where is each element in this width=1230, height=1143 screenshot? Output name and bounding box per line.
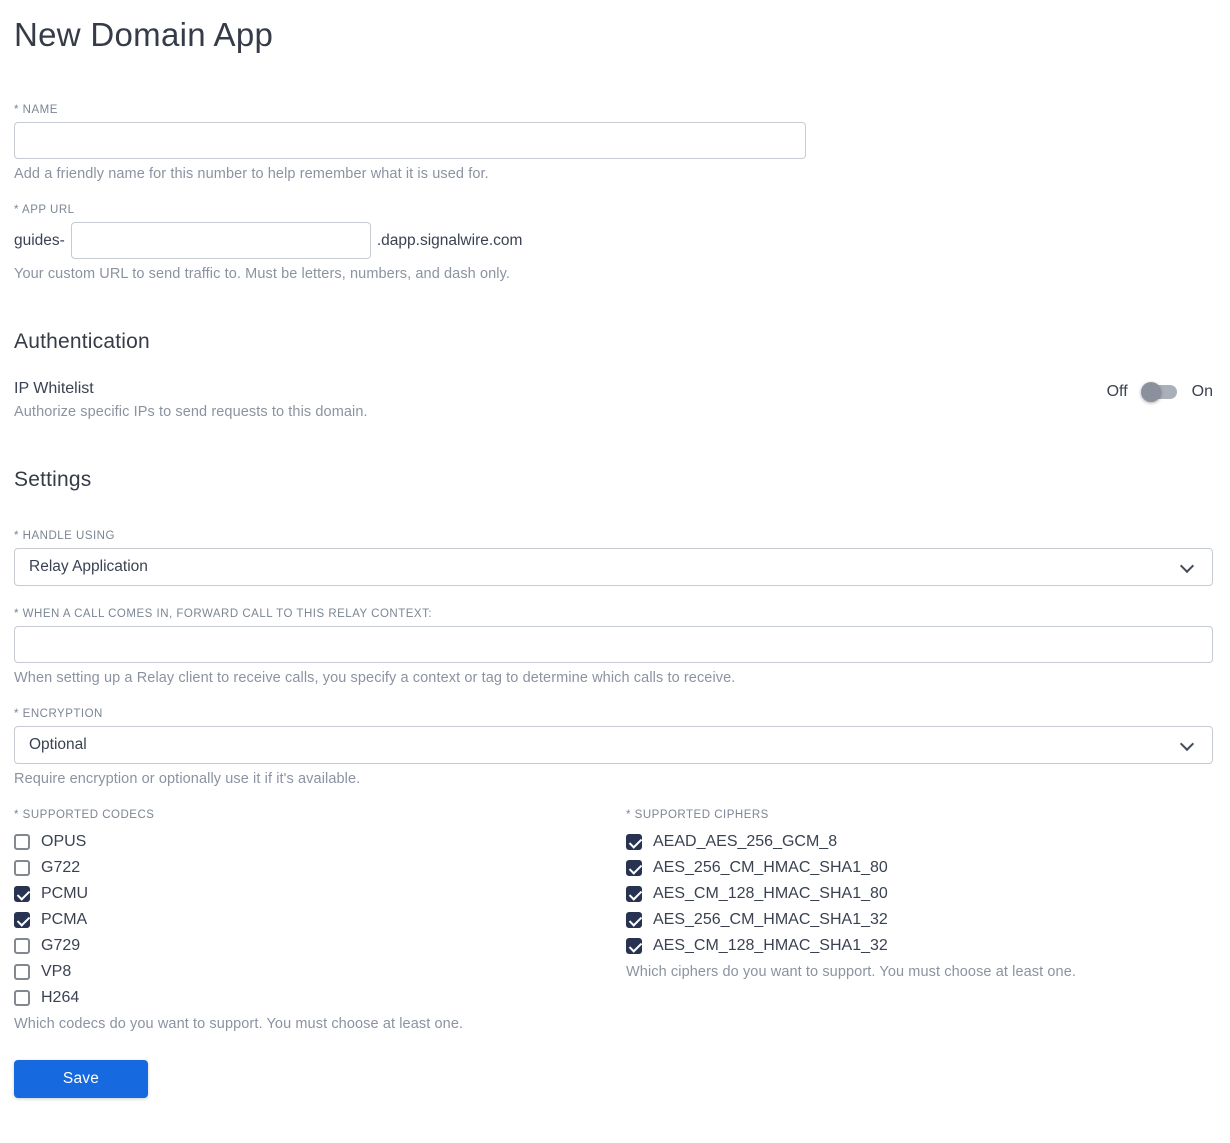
- cipher-option-label: AES_CM_128_HMAC_SHA1_32: [653, 937, 888, 954]
- app-url-input[interactable]: [70, 222, 371, 259]
- ip-whitelist-helper: Authorize specific IPs to send requests …: [14, 404, 368, 420]
- ciphers-label: * SUPPORTED CIPHERS: [626, 809, 769, 821]
- app-url-suffix: .dapp.signalwire.com: [376, 231, 523, 249]
- encryption-label: * ENCRYPTION: [14, 708, 103, 720]
- ip-whitelist-label: IP Whitelist: [14, 380, 94, 397]
- checkbox-icon[interactable]: [14, 990, 30, 1006]
- name-field-group: * NAME Add a friendly name for this numb…: [14, 104, 1213, 182]
- codec-option[interactable]: VP8: [14, 959, 626, 985]
- checkbox-icon[interactable]: [14, 938, 30, 954]
- codec-option-label: PCMU: [41, 885, 89, 902]
- page-title: New Domain App: [14, 16, 274, 53]
- cipher-option[interactable]: AEAD_AES_256_GCM_8: [626, 829, 1213, 855]
- cipher-option-label: AEAD_AES_256_GCM_8: [653, 833, 838, 850]
- toggle-knob: [1140, 382, 1161, 402]
- cipher-option[interactable]: AES_256_CM_HMAC_SHA1_80: [626, 855, 1213, 881]
- codec-option[interactable]: H264: [14, 985, 626, 1011]
- checkbox-icon[interactable]: [626, 834, 642, 850]
- encryption-value: Optional: [29, 736, 87, 753]
- cipher-option-label: AES_CM_128_HMAC_SHA1_80: [653, 885, 888, 902]
- app-url-field-group: * APP URL guides- .dapp.signalwire.com Y…: [14, 204, 1213, 282]
- settings-heading: Settings: [14, 468, 92, 491]
- toggle-on-label: On: [1191, 383, 1213, 400]
- codec-option[interactable]: OPUS: [14, 829, 626, 855]
- app-url-label: * APP URL: [14, 204, 75, 216]
- cipher-option[interactable]: AES_256_CM_HMAC_SHA1_32: [626, 907, 1213, 933]
- checkbox-icon[interactable]: [626, 860, 642, 876]
- app-url-prefix: guides-: [14, 231, 65, 249]
- handle-using-value: Relay Application: [29, 558, 148, 575]
- checkbox-icon[interactable]: [14, 834, 30, 850]
- cipher-option-label: AES_256_CM_HMAC_SHA1_80: [653, 859, 888, 876]
- relay-context-group: * WHEN A CALL COMES IN, FORWARD CALL TO …: [14, 608, 1213, 686]
- codec-option-label: VP8: [41, 963, 72, 980]
- app-url-helper: Your custom URL to send traffic to. Must…: [14, 266, 511, 282]
- cipher-option[interactable]: AES_CM_128_HMAC_SHA1_32: [626, 933, 1213, 959]
- chevron-down-icon: [1179, 558, 1195, 574]
- ciphers-column: * SUPPORTED CIPHERS AEAD_AES_256_GCM_8 A…: [626, 809, 1213, 980]
- ip-whitelist-row: IP Whitelist Authorize specific IPs to s…: [14, 380, 1213, 420]
- name-label: * NAME: [14, 104, 58, 116]
- name-helper: Add a friendly name for this number to h…: [14, 166, 489, 182]
- checkbox-icon[interactable]: [626, 912, 642, 928]
- checkbox-icon[interactable]: [14, 886, 30, 902]
- codec-option[interactable]: PCMU: [14, 881, 626, 907]
- codec-option-label: G722: [41, 859, 81, 876]
- app-url-row: guides- .dapp.signalwire.com: [14, 222, 1213, 259]
- name-input[interactable]: [14, 122, 806, 159]
- ip-whitelist-text: IP Whitelist Authorize specific IPs to s…: [14, 380, 368, 420]
- codec-option-label: H264: [41, 989, 80, 1006]
- new-domain-app-form: New Domain App * NAME Add a friendly nam…: [0, 0, 1230, 1116]
- ip-whitelist-toggle-group: Off On: [1107, 382, 1213, 402]
- relay-context-input[interactable]: [14, 626, 1213, 663]
- authentication-heading: Authentication: [14, 330, 150, 353]
- codec-option-label: OPUS: [41, 833, 87, 850]
- ip-whitelist-toggle[interactable]: [1140, 382, 1179, 402]
- toggle-off-label: Off: [1106, 383, 1128, 400]
- save-button[interactable]: Save: [14, 1060, 148, 1098]
- codecs-ciphers-columns: * SUPPORTED CODECS OPUS G722 PCMU PCMA G…: [14, 809, 1213, 1032]
- handle-using-group: * HANDLE USING Relay Application: [14, 530, 1213, 586]
- codec-option-label: PCMA: [41, 911, 88, 928]
- relay-context-helper: When setting up a Relay client to receiv…: [14, 670, 736, 686]
- codec-option-label: G729: [41, 937, 81, 954]
- relay-context-label: * WHEN A CALL COMES IN, FORWARD CALL TO …: [14, 608, 433, 620]
- encryption-helper: Require encryption or optionally use it …: [14, 771, 361, 787]
- checkbox-icon[interactable]: [14, 912, 30, 928]
- encryption-select[interactable]: Optional: [14, 726, 1213, 764]
- cipher-option[interactable]: AES_CM_128_HMAC_SHA1_80: [626, 881, 1213, 907]
- ciphers-helper: Which ciphers do you want to support. Yo…: [626, 964, 1077, 980]
- codec-list: OPUS G722 PCMU PCMA G729 VP8 H264: [14, 829, 626, 1011]
- cipher-option-label: AES_256_CM_HMAC_SHA1_32: [653, 911, 888, 928]
- codec-option[interactable]: G722: [14, 855, 626, 881]
- codecs-helper: Which codecs do you want to support. You…: [14, 1016, 464, 1032]
- codecs-label: * SUPPORTED CODECS: [14, 809, 155, 821]
- cipher-list: AEAD_AES_256_GCM_8 AES_256_CM_HMAC_SHA1_…: [626, 829, 1213, 959]
- checkbox-icon[interactable]: [14, 964, 30, 980]
- chevron-down-icon: [1179, 736, 1195, 752]
- checkbox-icon[interactable]: [14, 860, 30, 876]
- encryption-group: * ENCRYPTION Optional Require encryption…: [14, 708, 1213, 787]
- checkbox-icon[interactable]: [626, 938, 642, 954]
- handle-using-label: * HANDLE USING: [14, 530, 115, 542]
- codecs-column: * SUPPORTED CODECS OPUS G722 PCMU PCMA G…: [14, 809, 626, 1032]
- codec-option[interactable]: PCMA: [14, 907, 626, 933]
- handle-using-select[interactable]: Relay Application: [14, 548, 1213, 586]
- checkbox-icon[interactable]: [626, 886, 642, 902]
- codec-option[interactable]: G729: [14, 933, 626, 959]
